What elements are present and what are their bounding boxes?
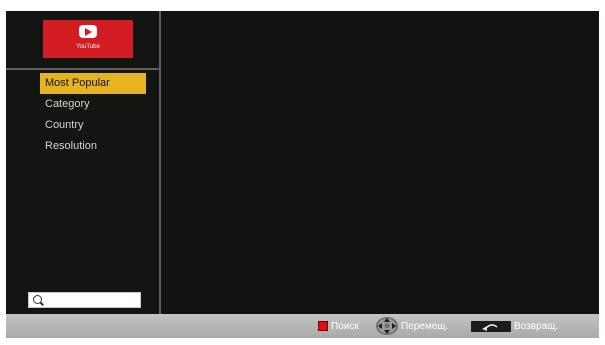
sidebar-item-most-popular[interactable]: Most Popular [40,73,146,94]
sidebar-item-category[interactable]: Category [40,94,146,115]
sidebar: YouTube Most Popular Category Country Re… [6,11,159,314]
hint-move: Перемещ. [375,314,448,338]
footer-hint-bar: Поиск Перемещ. Возвращ. [6,314,599,338]
search-icon [33,295,42,304]
search-input[interactable] [28,292,141,308]
tv-screen: YouTube Most Popular Category Country Re… [6,11,599,338]
hint-back: Возвращ. [471,314,558,338]
sidebar-item-country[interactable]: Country [40,115,146,136]
hint-search-label: Поиск [331,320,359,332]
hint-back-label: Возвращ. [514,320,559,332]
sidebar-menu: Most Popular Category Country Resolution [40,73,146,157]
hint-move-label: Перемещ. [401,320,449,332]
dpad-icon [376,317,398,335]
red-key-icon [318,321,328,331]
back-icon [471,320,511,332]
sidebar-divider-vertical [159,11,161,314]
sidebar-divider-horizontal [6,68,159,70]
youtube-play-icon [79,25,97,38]
hint-search: Поиск [318,314,359,338]
youtube-logo-text: YouTube [76,44,100,50]
youtube-logo: YouTube [43,20,133,58]
sidebar-item-resolution[interactable]: Resolution [40,136,146,157]
